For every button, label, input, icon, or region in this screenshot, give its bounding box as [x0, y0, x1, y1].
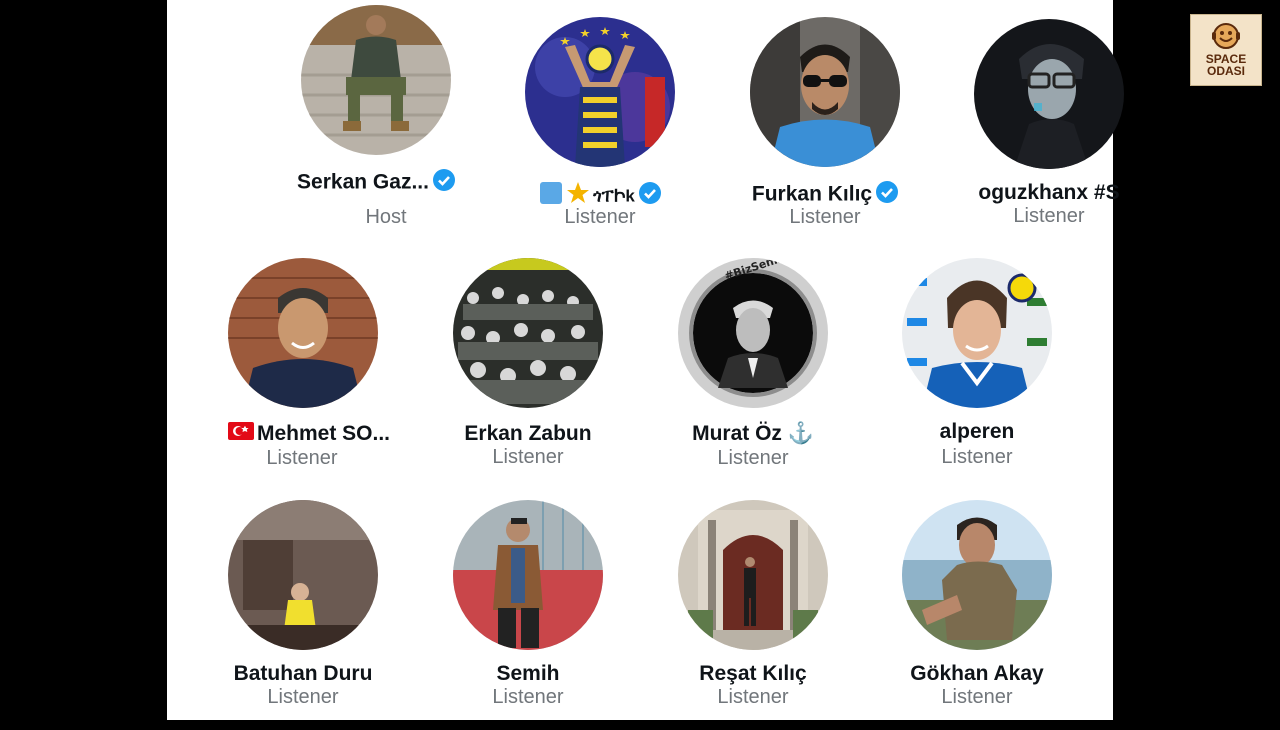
participant-role: Listener: [717, 686, 789, 708]
avatar-photo-player-interview: [902, 258, 1052, 408]
participant-name-row: Gökhan Akay: [882, 662, 1072, 686]
participant-name: Mehmet SO...: [256, 422, 391, 445]
participant-role: Listener: [492, 686, 564, 708]
participant-name-row: Reşat Kılıç: [658, 662, 848, 686]
participant-role: Host: [365, 206, 407, 228]
avatar-photo-man-doorway: [678, 500, 828, 650]
avatar[interactable]: [678, 500, 828, 650]
avatar-photo-stadium-crowd: [453, 258, 603, 408]
participant-name: Reşat Kılıç: [699, 662, 807, 685]
participant-role: Listener: [941, 446, 1013, 468]
avatar[interactable]: [301, 5, 451, 155]
participant-card[interactable]: Gökhan Akay Listener: [882, 500, 1072, 730]
participant-card[interactable]: Mehmet SO... Listener: [207, 258, 397, 488]
avatar-photo-child-room: [228, 500, 378, 650]
turkey-flag-icon: [227, 422, 254, 446]
participant-name: Erkan Zabun: [464, 422, 592, 445]
participant-card[interactable]: Furkan Kılıç Listener: [730, 17, 920, 247]
participant-card[interactable]: Reşat Kılıç Listener: [658, 500, 848, 730]
avatar-photo-man-sunglasses-car: [750, 17, 900, 167]
participant-card[interactable]: Serkan Gaz... Host: [281, 5, 471, 235]
avatar[interactable]: [228, 258, 378, 408]
space-participants-panel: Serkan Gaz... Host ጎፐԻk Listener Furkan …: [167, 0, 1124, 720]
participant-card[interactable]: alperen Listener: [882, 258, 1072, 488]
participant-name-row: alperen: [882, 420, 1072, 444]
participant-card[interactable]: oguzkhanx #S Listener: [954, 19, 1144, 249]
avatar[interactable]: [453, 258, 603, 408]
participant-role: Listener: [492, 446, 564, 468]
participant-name-row: Furkan Kılıç: [730, 181, 920, 209]
participant-name: oguzkhanx #S: [978, 181, 1120, 204]
participant-card[interactable]: Semih Listener: [433, 500, 623, 730]
avatar[interactable]: [902, 258, 1052, 408]
logo-text-line2: ODASI: [1206, 64, 1245, 78]
participant-card[interactable]: ጎፐԻk Listener: [505, 17, 695, 247]
avatar-photo-man-seaside: [902, 500, 1052, 650]
participant-name-row: Batuhan Duru: [208, 662, 398, 686]
participant-name-row: Serkan Gaz...: [281, 169, 471, 197]
participant-role: Listener: [941, 686, 1013, 708]
participant-name: Batuhan Duru: [233, 662, 373, 685]
avatar-photo-fenerbahce-fan: [525, 17, 675, 167]
avatar[interactable]: [750, 17, 900, 167]
verified-badge-icon: [432, 169, 455, 197]
participant-card[interactable]: #BizSeniz Murat Öz ⚓ Listener: [658, 258, 848, 488]
participant-name-row: Murat Öz ⚓: [658, 422, 848, 446]
verified-badge-icon: [876, 181, 899, 209]
avatar-bizseniz-badge: #BizSeniz: [678, 258, 828, 408]
participant-name-row: Erkan Zabun: [433, 422, 623, 446]
avatar-photo-man-sitting-stairs: [301, 5, 451, 155]
avatar-photo-man-red-wall: [453, 500, 603, 650]
avatar[interactable]: [228, 500, 378, 650]
participant-name: Semih: [496, 662, 560, 685]
participant-name: Murat Öz ⚓: [692, 422, 814, 445]
participant-name: ጎፐԻk: [593, 186, 635, 206]
participant-card[interactable]: Batuhan Duru Listener: [208, 500, 398, 730]
avatar[interactable]: #BizSeniz: [678, 258, 828, 408]
participant-role: Listener: [564, 206, 636, 228]
avatar-photo-man-glasses-dark: [974, 19, 1124, 169]
participant-name-row: Semih: [433, 662, 623, 686]
participant-role: Listener: [717, 447, 789, 469]
participant-name: alperen: [939, 420, 1015, 443]
participant-role: Listener: [267, 686, 339, 708]
participant-name-row: Mehmet SO...: [214, 422, 404, 446]
participant-card[interactable]: Erkan Zabun Listener: [433, 258, 623, 488]
participant-role: Listener: [789, 206, 861, 228]
participant-role: Listener: [266, 447, 338, 469]
avatar[interactable]: [525, 17, 675, 167]
participant-role: Listener: [1013, 205, 1085, 227]
participant-name: Serkan Gaz...: [297, 170, 429, 194]
avatar[interactable]: [974, 19, 1124, 169]
avatar[interactable]: [902, 500, 1052, 650]
participant-name-row: oguzkhanx #S: [954, 181, 1144, 205]
participant-name: Gökhan Akay: [910, 662, 1044, 685]
smiling-microphone-logo-icon: [1211, 21, 1241, 56]
avatar[interactable]: [453, 500, 603, 650]
space-odasi-logo: SPACE ODASI: [1190, 14, 1262, 86]
avatar-photo-man-brick-wall: [228, 258, 378, 408]
participant-name: Furkan Kılıç: [751, 182, 873, 206]
